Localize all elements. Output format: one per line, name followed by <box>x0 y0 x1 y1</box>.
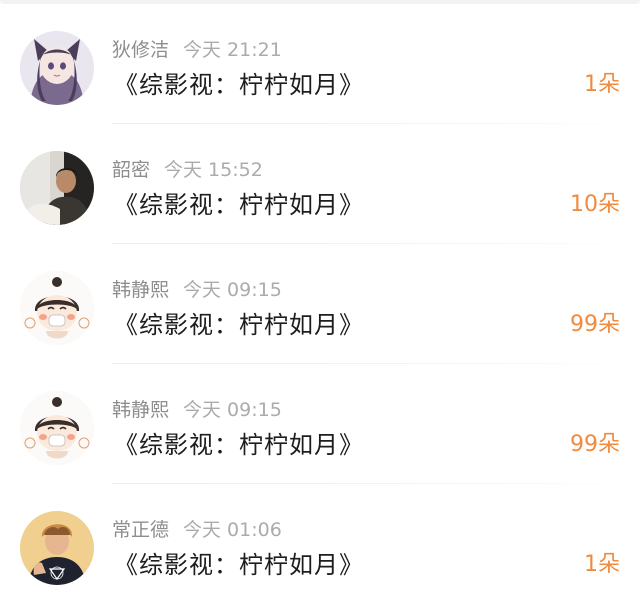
boy-dark-shirt-avatar[interactable] <box>20 511 94 585</box>
timestamp: 今天 01:06 <box>183 519 282 541</box>
record-meta: 狄修洁 今天 21:21 <box>112 37 282 63</box>
book-title[interactable]: 《综影视：柠柠如月》 <box>114 68 364 102</box>
flower-count: 99朵 <box>570 312 620 337</box>
list-item[interactable]: 常正德 今天 01:06 《综影视：柠柠如月》 1朵 <box>0 484 640 604</box>
cartoon-girl-mask-avatar[interactable] <box>20 391 94 465</box>
flower-count: 1朵 <box>584 552 620 577</box>
book-title[interactable]: 《综影视：柠柠如月》 <box>114 188 364 222</box>
flower-count: 1朵 <box>584 72 620 97</box>
book-title[interactable]: 《综影视：柠柠如月》 <box>114 308 364 342</box>
record-meta: 常正德 今天 01:06 <box>112 517 282 543</box>
record-meta: 韩静熙 今天 09:15 <box>112 277 282 303</box>
timestamp: 今天 15:52 <box>164 159 263 181</box>
timestamp: 今天 09:15 <box>183 399 282 421</box>
user-name[interactable]: 常正德 <box>112 519 169 541</box>
book-title[interactable]: 《综影视：柠柠如月》 <box>114 428 364 462</box>
timestamp: 今天 09:15 <box>183 279 282 301</box>
user-name[interactable]: 韩静熙 <box>112 399 169 421</box>
record-meta: 韶密 今天 15:52 <box>112 157 263 183</box>
list-item[interactable]: 韩静熙 今天 09:15 《综影视：柠柠如月》 99朵 <box>0 244 640 364</box>
cartoon-girl-mask-avatar[interactable] <box>20 271 94 345</box>
list-item[interactable]: 韶密 今天 15:52 《综影视：柠柠如月》 10朵 <box>0 124 640 244</box>
anime-cat-girl-avatar[interactable] <box>20 31 94 105</box>
person-photo-avatar[interactable] <box>20 151 94 225</box>
timestamp: 今天 21:21 <box>183 39 282 61</box>
record-meta: 韩静熙 今天 09:15 <box>112 397 282 423</box>
book-title[interactable]: 《综影视：柠柠如月》 <box>114 548 364 582</box>
list-item[interactable]: 韩静熙 今天 09:15 《综影视：柠柠如月》 99朵 <box>0 364 640 484</box>
user-name[interactable]: 狄修洁 <box>112 39 169 61</box>
list-item[interactable]: 狄修洁 今天 21:21 《综影视：柠柠如月》 1朵 <box>0 4 640 124</box>
flower-count: 99朵 <box>570 432 620 457</box>
flower-count: 10朵 <box>570 192 620 217</box>
user-name[interactable]: 韶密 <box>112 159 150 181</box>
user-name[interactable]: 韩静熙 <box>112 279 169 301</box>
